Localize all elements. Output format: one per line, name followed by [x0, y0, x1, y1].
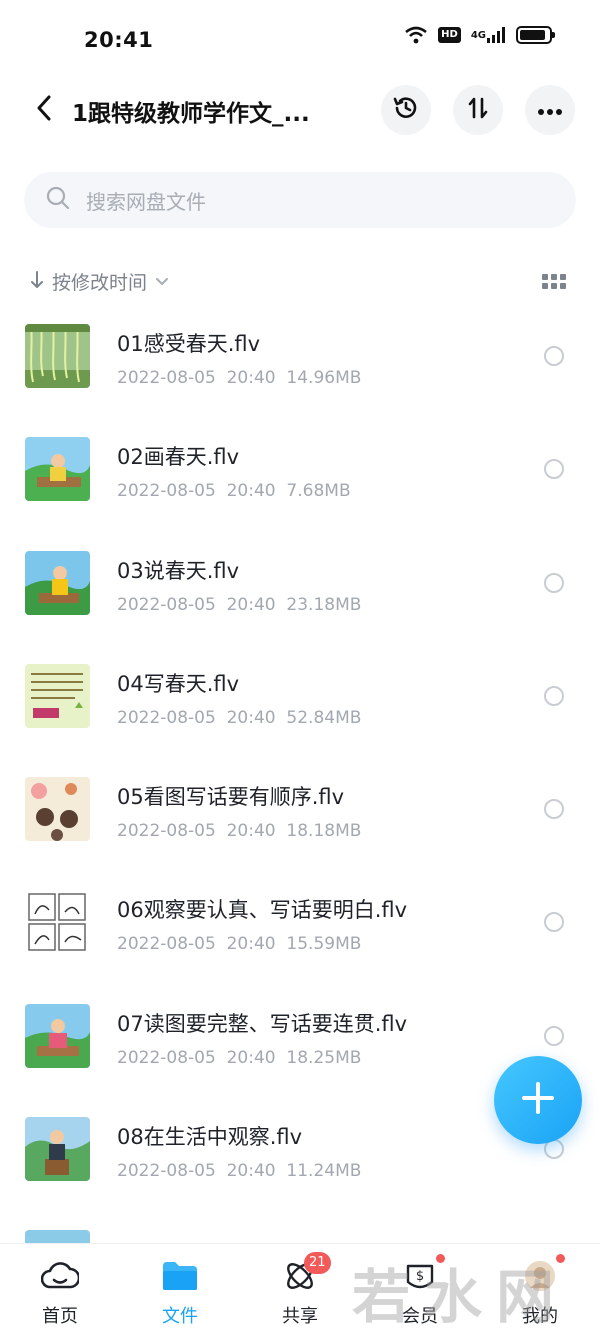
arrow-down-icon [30, 270, 44, 294]
profile-dot [556, 1254, 565, 1263]
history-button[interactable] [381, 85, 431, 135]
file-list: 01感受春天.flv 2022-08-05 20:40 14.96MB 02画春… [0, 310, 600, 1330]
sort-label: 按修改时间 [52, 272, 148, 294]
video-thumbnail [25, 890, 90, 955]
sort-toggle[interactable]: 按修改时间 [30, 268, 169, 295]
status-bar: 20:41 HD 4G [0, 0, 600, 80]
back-button[interactable] [24, 90, 64, 130]
file-name: 06观察要认真、写话要明白.flv [117, 898, 408, 923]
share-badge: 21 [304, 1252, 331, 1274]
nav-label: 文件 [162, 1306, 198, 1327]
status-icons: HD 4G [404, 26, 555, 44]
nav-label: 共享 [282, 1306, 318, 1327]
file-meta: 2022-08-05 20:40 52.84MB [117, 707, 362, 728]
file-meta: 2022-08-05 20:40 18.25MB [117, 1047, 362, 1068]
chevron-down-icon [155, 272, 169, 291]
nav-files[interactable]: 文件 [140, 1256, 220, 1332]
select-checkbox[interactable] [544, 1025, 564, 1046]
file-row[interactable]: 03说春天.flv 2022-08-05 20:40 23.18MB [0, 537, 600, 650]
file-name: 05看图写话要有顺序.flv [117, 785, 345, 810]
select-checkbox[interactable] [544, 459, 564, 480]
vip-coin-icon: $ [400, 1254, 445, 1296]
nav-label: 我的 [522, 1306, 558, 1327]
folder-icon [160, 1256, 200, 1296]
select-checkbox[interactable] [544, 912, 564, 933]
add-button[interactable] [494, 1056, 582, 1144]
wifi-icon [404, 26, 428, 44]
search-placeholder: 搜索网盘文件 [86, 189, 206, 214]
nav-profile[interactable]: 我的 [500, 1254, 580, 1332]
network-label: 4G [470, 29, 486, 41]
file-meta: 2022-08-05 20:40 15.59MB [117, 934, 362, 955]
battery-fill [520, 30, 546, 40]
video-thumbnail [25, 550, 90, 615]
select-checkbox[interactable] [544, 346, 564, 366]
nav-label: 会员 [402, 1306, 438, 1327]
file-meta: 2022-08-05 20:40 7.68MB [117, 481, 351, 502]
file-row[interactable]: 05看图写话要有顺序.flv 2022-08-05 20:40 18.18MB [0, 763, 600, 876]
file-name: 02画春天.flv [117, 445, 240, 470]
select-checkbox[interactable] [544, 685, 564, 706]
grid-view-icon[interactable] [542, 274, 566, 290]
battery-icon [516, 26, 555, 44]
status-time: 20:41 [84, 28, 154, 52]
header: 1跟特级教师学作文_... [0, 80, 600, 140]
video-thumbnail [25, 324, 90, 388]
select-checkbox[interactable] [544, 799, 564, 820]
more-dots-icon [537, 101, 563, 120]
video-thumbnail [25, 663, 90, 728]
file-meta: 2022-08-05 20:40 18.18MB [117, 821, 362, 842]
video-thumbnail [25, 1117, 90, 1182]
cloud-home-icon [40, 1256, 80, 1296]
bottom-nav: 首页 文件 21 共享 $ 会员 我的 [0, 1243, 600, 1333]
file-name: 03说春天.flv [117, 558, 240, 583]
vip-dot [436, 1254, 445, 1263]
file-name: 07读图要完整、写话要连贯.flv [117, 1011, 408, 1036]
more-button[interactable] [525, 85, 575, 135]
svg-text:$: $ [416, 1269, 424, 1284]
nav-vip[interactable]: $ 会员 [380, 1254, 460, 1332]
transfer-sort-button[interactable] [453, 85, 503, 135]
plus-icon [520, 1080, 556, 1120]
nav-share[interactable]: 21 共享 [260, 1252, 340, 1332]
file-row[interactable]: 06观察要认真、写话要明白.flv 2022-08-05 20:40 15.59… [0, 876, 600, 989]
nav-home[interactable]: 首页 [20, 1256, 100, 1332]
profile-icon [520, 1254, 565, 1296]
hd-badge: HD [438, 27, 461, 43]
sort-row: 按修改时间 [0, 262, 600, 302]
nav-label: 首页 [42, 1306, 78, 1327]
file-meta: 2022-08-05 20:40 23.18MB [117, 594, 362, 615]
file-meta: 2022-08-05 20:40 14.96MB [117, 368, 362, 388]
file-row[interactable]: 04写春天.flv 2022-08-05 20:40 52.84MB [0, 650, 600, 763]
search-input[interactable]: 搜索网盘文件 [24, 172, 576, 228]
video-thumbnail [25, 437, 90, 502]
file-name: 08在生活中观察.flv [117, 1125, 303, 1150]
file-row[interactable]: 02画春天.flv 2022-08-05 20:40 7.68MB [0, 423, 600, 536]
file-name: 01感受春天.flv [117, 332, 261, 356]
chevron-left-icon [36, 95, 52, 125]
video-thumbnail [25, 1003, 90, 1068]
video-thumbnail [25, 777, 90, 842]
file-meta: 2022-08-05 20:40 11.24MB [117, 1161, 362, 1182]
history-icon [391, 93, 421, 127]
sort-arrows-icon [465, 95, 491, 125]
signal-icon: 4G [471, 26, 506, 44]
file-name: 04写春天.flv [117, 671, 240, 696]
page-title: 1跟特级教师学作文_... [72, 101, 310, 127]
select-checkbox[interactable] [544, 572, 564, 593]
file-row[interactable]: 01感受春天.flv 2022-08-05 20:40 14.96MB [0, 310, 600, 423]
share-atom-icon: 21 [280, 1252, 331, 1296]
search-icon [46, 186, 70, 214]
